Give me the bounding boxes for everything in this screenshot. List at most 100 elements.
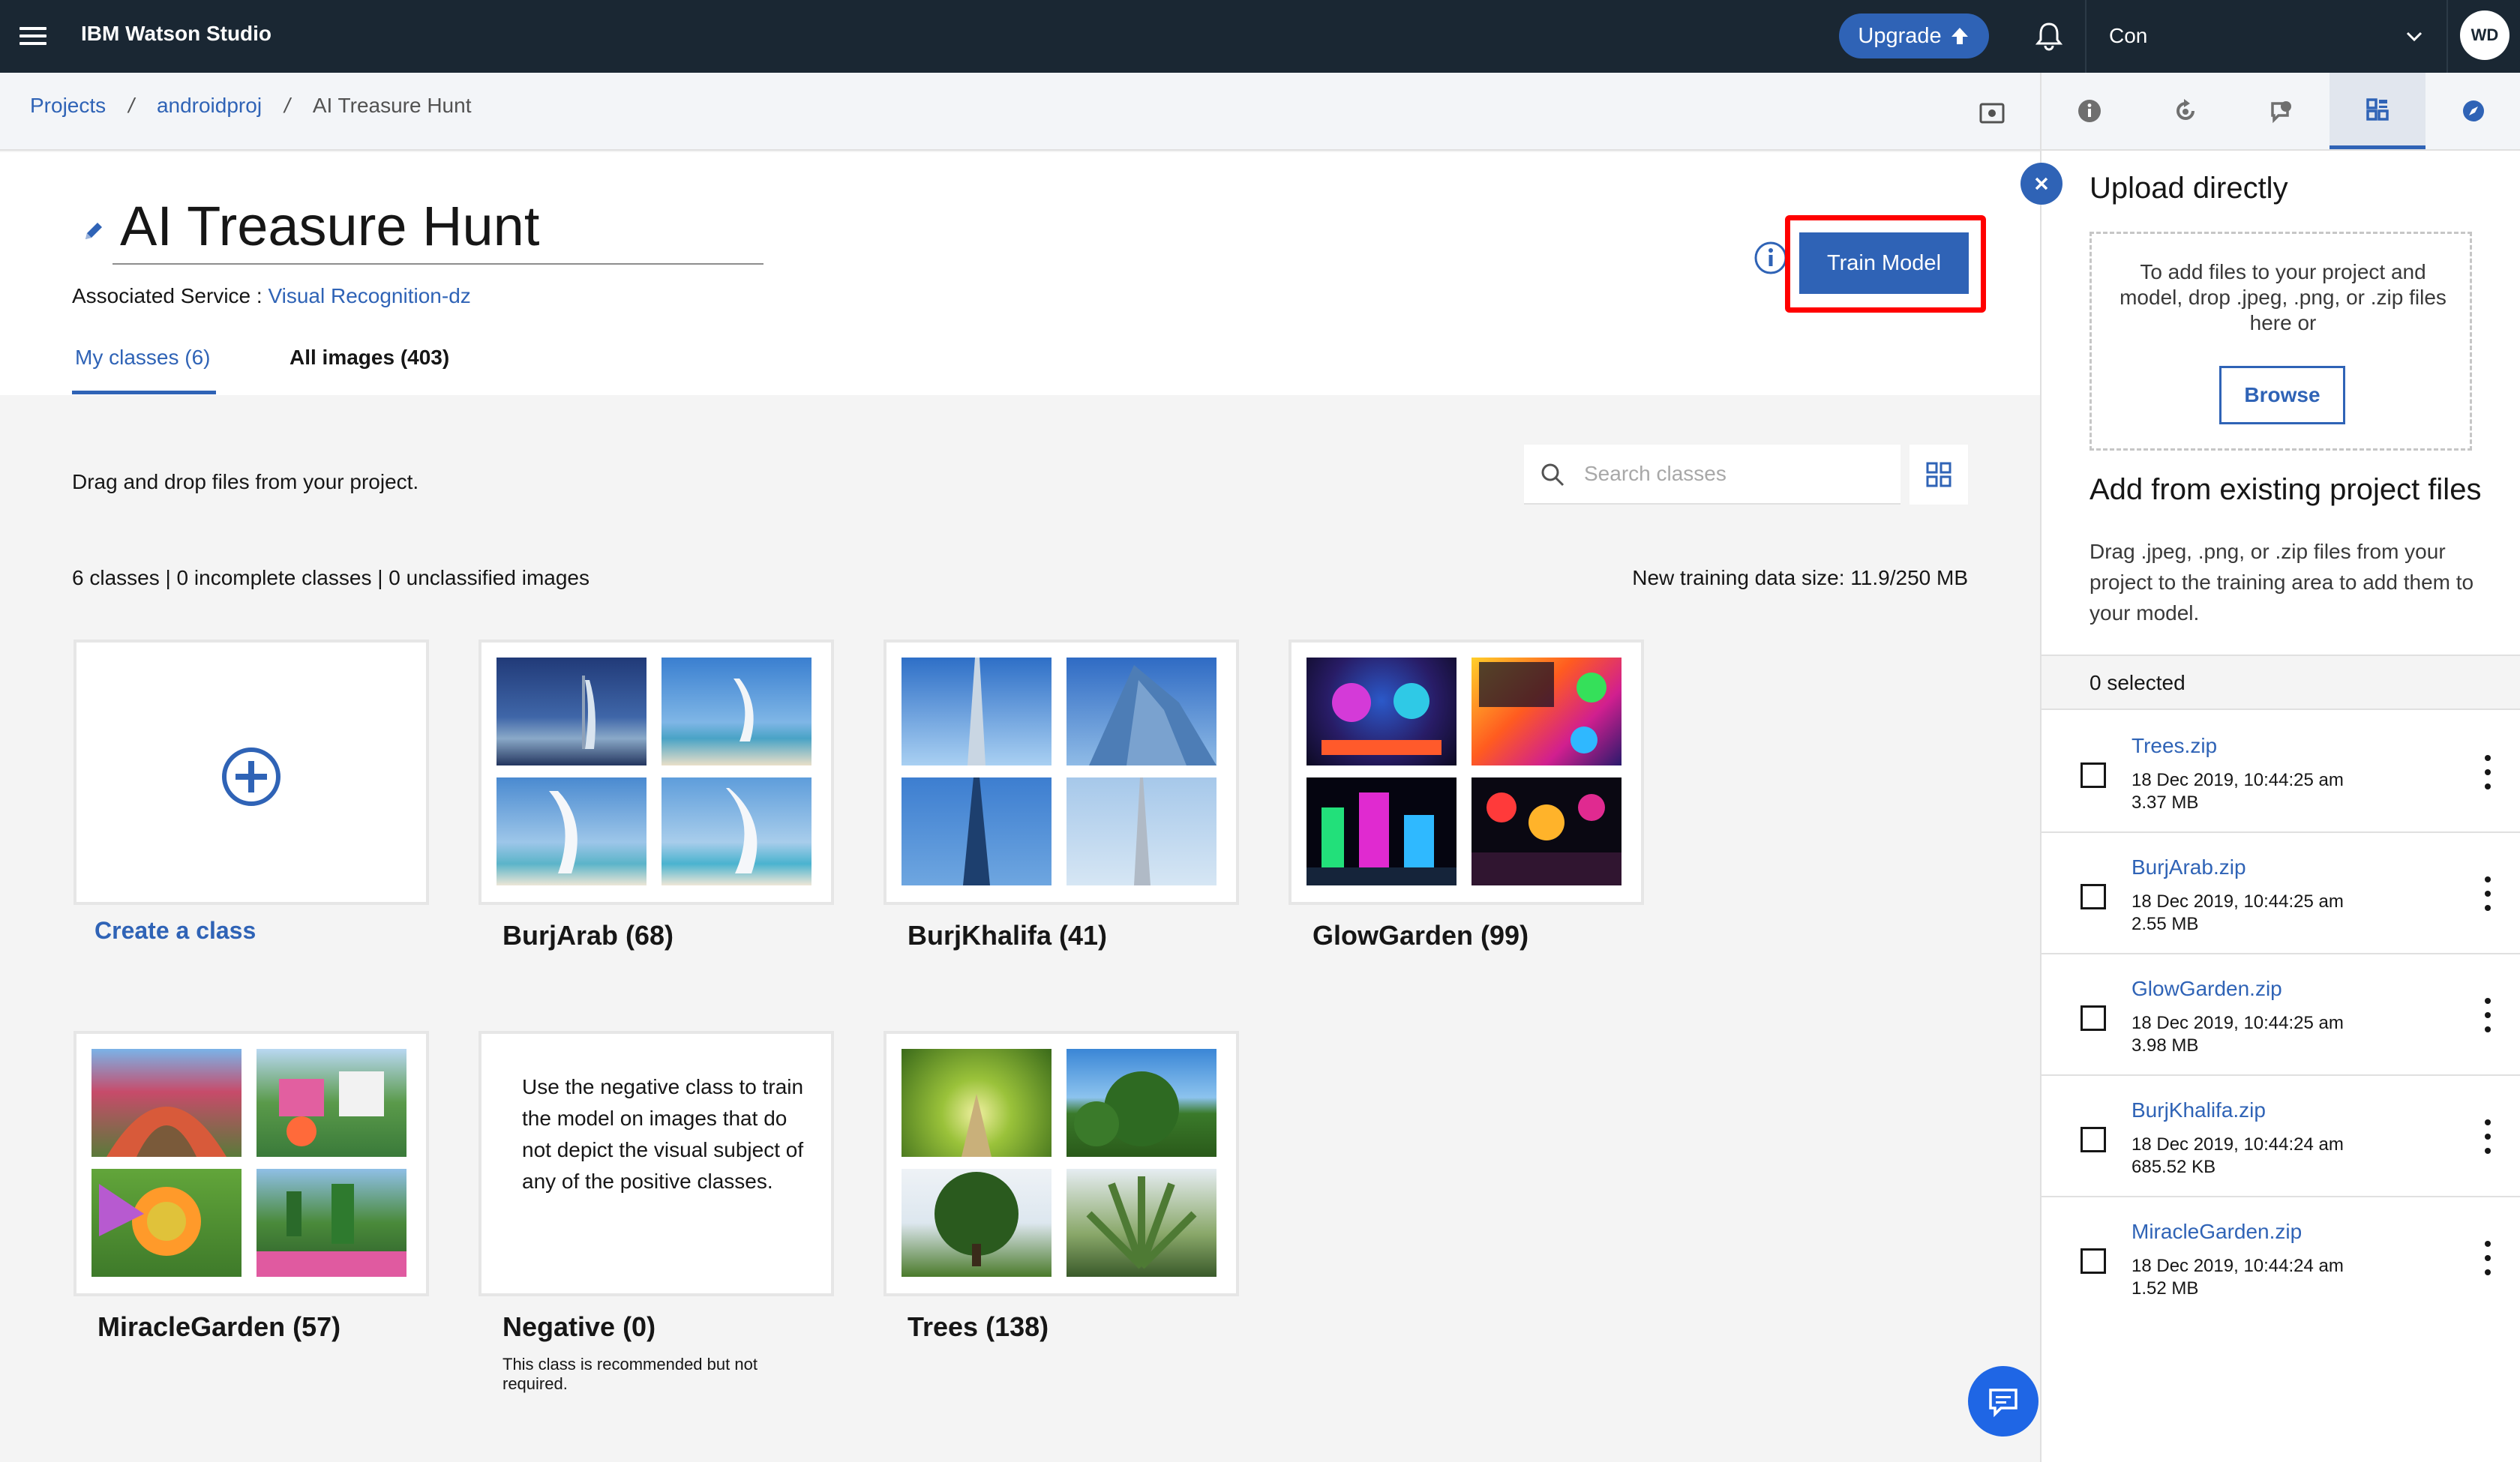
overflow-menu-icon[interactable] bbox=[2484, 1241, 2492, 1275]
tab-explore[interactable] bbox=[2426, 73, 2520, 149]
class-card-trees[interactable] bbox=[884, 1031, 1239, 1296]
overflow-menu-icon[interactable] bbox=[2484, 876, 2492, 911]
project-assets-icon[interactable] bbox=[1978, 100, 2006, 127]
thumbnail bbox=[1066, 658, 1216, 765]
training-data-size: New training data size: 11.9/250 MB bbox=[1632, 566, 1968, 589]
tab-my-classes[interactable]: My classes (6) bbox=[75, 346, 210, 370]
class-card-burjkhalifa[interactable] bbox=[884, 640, 1239, 905]
breadcrumb-current: AI Treasure Hunt bbox=[312, 94, 472, 117]
notification-bell-icon[interactable] bbox=[2032, 19, 2066, 52]
chevron-down-icon[interactable] bbox=[2404, 25, 2425, 46]
comments-icon bbox=[2271, 101, 2291, 124]
info-icon[interactable] bbox=[1752, 239, 1790, 277]
tab-comments[interactable] bbox=[2234, 73, 2330, 149]
thumbnail bbox=[662, 658, 812, 765]
thumbnail bbox=[1472, 658, 1622, 765]
chat-icon bbox=[1989, 1389, 2018, 1418]
class-name[interactable]: Negative (0) bbox=[502, 1311, 656, 1343]
tab-info[interactable] bbox=[2042, 73, 2138, 149]
search-icon bbox=[1541, 463, 1564, 487]
associated-service-link[interactable]: Visual Recognition-dz bbox=[268, 284, 470, 307]
class-card-burjarab[interactable] bbox=[478, 640, 834, 905]
file-name[interactable]: MiracleGarden.zip bbox=[2132, 1220, 2302, 1244]
negative-note: This class is recommended but not requir… bbox=[502, 1355, 758, 1393]
file-item[interactable]: BurjKhalifa.zip 18 Dec 2019, 10:44:24 am… bbox=[2042, 1076, 2520, 1197]
file-date: 18 Dec 2019, 10:44:24 am bbox=[2132, 1256, 2344, 1276]
page-title[interactable]: AI Treasure Hunt bbox=[120, 194, 539, 258]
file-checkbox[interactable] bbox=[2080, 1005, 2106, 1031]
class-name[interactable]: MiracleGarden (57) bbox=[98, 1311, 340, 1343]
tab-data[interactable] bbox=[2330, 73, 2426, 149]
upgrade-button[interactable]: Upgrade bbox=[1839, 13, 1989, 58]
file-checkbox[interactable] bbox=[2080, 762, 2106, 788]
file-name[interactable]: BurjKhalifa.zip bbox=[2132, 1098, 2266, 1122]
class-name[interactable]: BurjKhalifa (41) bbox=[908, 920, 1107, 951]
title-underline bbox=[112, 263, 764, 265]
thumbnail bbox=[662, 777, 812, 885]
active-tab-indicator bbox=[72, 391, 216, 394]
class-name[interactable]: GlowGarden (99) bbox=[1312, 920, 1528, 951]
search-box[interactable] bbox=[1524, 445, 1900, 505]
file-item[interactable]: Trees.zip 18 Dec 2019, 10:44:25 am 3.37 … bbox=[2042, 712, 2520, 833]
breadcrumb: Projects / androidproj / AI Treasure Hun… bbox=[30, 94, 471, 118]
overflow-menu-icon[interactable] bbox=[2484, 755, 2492, 789]
drag-hint: Drag and drop files from your project. bbox=[72, 470, 419, 493]
file-date: 18 Dec 2019, 10:44:25 am bbox=[2132, 891, 2344, 912]
divider bbox=[2085, 0, 2086, 73]
upload-title: Upload directly bbox=[2090, 172, 2288, 205]
chat-button[interactable] bbox=[1968, 1366, 2038, 1437]
breadcrumb-androidproj[interactable]: androidproj bbox=[157, 94, 262, 118]
classes-area: Drag and drop files from your project. 6… bbox=[0, 395, 2040, 1462]
class-card-miraclegarden[interactable] bbox=[74, 1031, 429, 1296]
class-name[interactable]: BurjArab (68) bbox=[502, 920, 674, 951]
app-brand[interactable]: IBM Watson Studio bbox=[81, 22, 272, 46]
create-class-label[interactable]: Create a class bbox=[94, 917, 256, 945]
selection-bar: 0 selected bbox=[2042, 655, 2520, 710]
class-card-glowgarden[interactable] bbox=[1288, 640, 1644, 905]
tab-all-images[interactable]: All images (403) bbox=[290, 346, 449, 370]
tab-refresh[interactable] bbox=[2138, 73, 2234, 149]
file-size: 3.37 MB bbox=[2132, 792, 2199, 813]
class-stats: 6 classes | 0 incomplete classes | 0 unc… bbox=[72, 566, 590, 589]
compass-icon bbox=[2463, 100, 2484, 121]
class-name[interactable]: Trees (138) bbox=[908, 1311, 1048, 1343]
file-checkbox[interactable] bbox=[2080, 1127, 2106, 1152]
upgrade-label: Upgrade bbox=[1858, 23, 1942, 48]
thumbnail bbox=[902, 1169, 1052, 1277]
close-icon bbox=[2035, 177, 2048, 190]
grid-view-button[interactable] bbox=[1910, 445, 1968, 505]
breadcrumb-projects[interactable]: Projects bbox=[30, 94, 106, 118]
file-drop-zone[interactable]: To add files to your project and model, … bbox=[2090, 232, 2472, 451]
breadcrumb-separator: / bbox=[284, 94, 290, 117]
file-item[interactable]: GlowGarden.zip 18 Dec 2019, 10:44:25 am … bbox=[2042, 954, 2520, 1076]
create-class-card[interactable] bbox=[74, 640, 429, 905]
file-size: 3.98 MB bbox=[2132, 1035, 2199, 1056]
search-input[interactable] bbox=[1584, 445, 1884, 503]
thumbnail bbox=[1306, 777, 1456, 885]
file-name[interactable]: Trees.zip bbox=[2132, 734, 2217, 758]
avatar[interactable]: WD bbox=[2460, 10, 2510, 60]
overflow-menu-icon[interactable] bbox=[2484, 1119, 2492, 1154]
menu-icon[interactable] bbox=[20, 22, 46, 49]
file-name[interactable]: BurjArab.zip bbox=[2132, 855, 2246, 879]
thumbnail bbox=[496, 658, 646, 765]
file-item[interactable]: BurjArab.zip 18 Dec 2019, 10:44:25 am 2.… bbox=[2042, 833, 2520, 954]
file-checkbox[interactable] bbox=[2080, 884, 2106, 909]
close-panel-button[interactable] bbox=[2020, 163, 2062, 205]
thumbnail bbox=[902, 658, 1052, 765]
train-model-button[interactable]: Train Model bbox=[1799, 232, 1969, 294]
file-date: 18 Dec 2019, 10:44:24 am bbox=[2132, 1134, 2344, 1155]
data-grid-icon bbox=[2366, 97, 2389, 121]
browse-button[interactable]: Browse bbox=[2219, 366, 2345, 424]
file-checkbox[interactable] bbox=[2080, 1248, 2106, 1274]
account-switcher[interactable]: Con bbox=[2109, 24, 2147, 48]
file-item[interactable]: MiracleGarden.zip 18 Dec 2019, 10:44:24 … bbox=[2042, 1197, 2520, 1319]
file-date: 18 Dec 2019, 10:44:25 am bbox=[2132, 1013, 2344, 1033]
thumbnail bbox=[92, 1169, 242, 1277]
edit-pencil-icon[interactable] bbox=[81, 218, 106, 244]
thumbnail bbox=[1066, 777, 1216, 885]
divider bbox=[2446, 0, 2448, 73]
file-name[interactable]: GlowGarden.zip bbox=[2132, 977, 2282, 1001]
overflow-menu-icon[interactable] bbox=[2484, 998, 2492, 1032]
class-card-negative[interactable]: Use the negative class to train the mode… bbox=[478, 1031, 834, 1296]
